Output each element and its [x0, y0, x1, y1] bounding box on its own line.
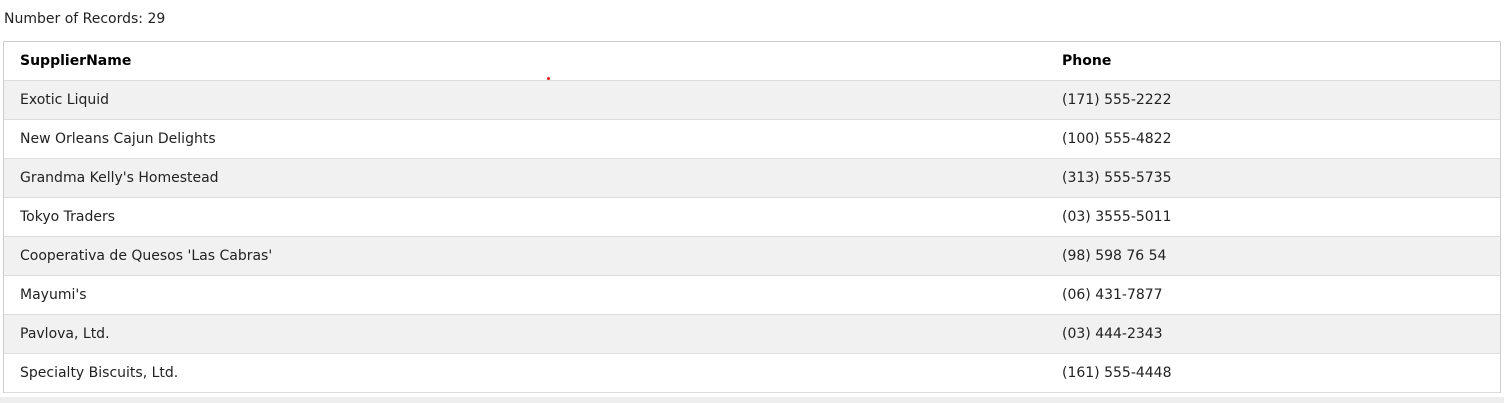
supplier-name-cell: Tokyo Traders: [4, 197, 1046, 237]
phone-cell: (161) 555-4448: [1046, 353, 1500, 393]
phone-cell: (03) 444-2343: [1046, 314, 1500, 354]
supplier-name-cell: Mayumi's: [4, 275, 1046, 315]
cursor-marker-dot: [547, 77, 550, 80]
supplier-name-cell: Specialty Biscuits, Ltd.: [4, 353, 1046, 393]
table-row: Specialty Biscuits, Ltd. (161) 555-4448: [4, 353, 1500, 393]
column-header-phone: Phone: [1046, 42, 1500, 81]
supplier-name-cell: Pavlova, Ltd.: [4, 314, 1046, 354]
table-row: Tokyo Traders (03) 3555-5011: [4, 197, 1500, 237]
suppliers-table-container: SupplierName Phone Exotic Liquid (171) 5…: [3, 41, 1501, 393]
phone-cell: (313) 555-5735: [1046, 158, 1500, 198]
phone-cell: (100) 555-4822: [1046, 119, 1500, 159]
scroll-edge: [0, 397, 1504, 403]
table-row: New Orleans Cajun Delights (100) 555-482…: [4, 119, 1500, 159]
phone-cell: (03) 3555-5011: [1046, 197, 1500, 237]
table-row: Mayumi's (06) 431-7877: [4, 275, 1500, 315]
supplier-name-cell: Grandma Kelly's Homestead: [4, 158, 1046, 198]
supplier-name-cell: Exotic Liquid: [4, 80, 1046, 120]
table-row: Exotic Liquid (171) 555-2222: [4, 80, 1500, 120]
table-row: Cooperativa de Quesos 'Las Cabras' (98) …: [4, 236, 1500, 276]
phone-cell: (06) 431-7877: [1046, 275, 1500, 315]
record-count: Number of Records: 29: [4, 11, 166, 27]
supplier-name-cell: New Orleans Cajun Delights: [4, 119, 1046, 159]
phone-cell: (98) 598 76 54: [1046, 236, 1500, 276]
supplier-name-cell: Cooperativa de Quesos 'Las Cabras': [4, 236, 1046, 276]
table-row: Grandma Kelly's Homestead (313) 555-5735: [4, 158, 1500, 198]
suppliers-table: SupplierName Phone Exotic Liquid (171) 5…: [4, 42, 1500, 393]
column-header-suppliername: SupplierName: [4, 42, 1046, 81]
table-header-row: SupplierName Phone: [4, 42, 1500, 81]
phone-cell: (171) 555-2222: [1046, 80, 1500, 120]
table-row: Pavlova, Ltd. (03) 444-2343: [4, 314, 1500, 354]
